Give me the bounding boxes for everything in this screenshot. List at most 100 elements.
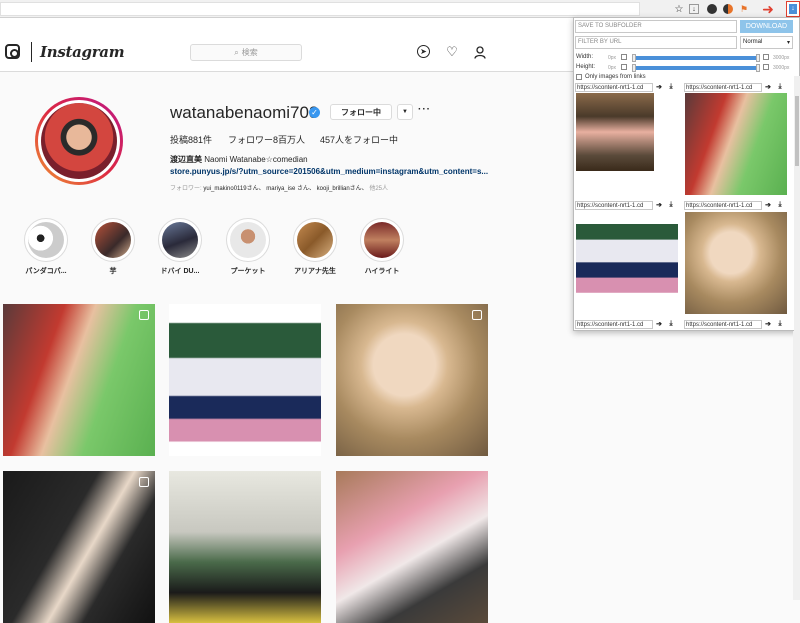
instagram-logo-icon[interactable] xyxy=(5,44,20,59)
image-url-row: https://scontent-nrt1-1.cd ➔ ⤓ xyxy=(575,319,677,329)
height-slider-handle-max[interactable] xyxy=(756,64,760,72)
highlight-label: 芋 xyxy=(109,268,117,275)
download-arrow-icon[interactable]: ⤓ xyxy=(774,83,786,91)
compass-icon[interactable]: ➤ xyxy=(417,45,430,58)
posts-count[interactable]: 投稿881件 xyxy=(170,133,212,146)
height-min-label: 0px xyxy=(608,65,617,71)
profile-bio: 渡辺直美 Naomi Watanabe☆comedian xyxy=(170,154,308,165)
subfolder-input[interactable]: SAVE TO SUBFOLDER xyxy=(575,20,737,33)
download-arrow-icon[interactable]: ⤓ xyxy=(665,320,677,328)
following-button[interactable]: フォロー中 xyxy=(330,104,392,120)
image-downloader-extension-button[interactable]: ↓ xyxy=(786,1,800,17)
follower-link[interactable]: kooji_brillianさん、 xyxy=(317,186,368,192)
instagram-wordmark[interactable]: Instagram xyxy=(40,43,125,61)
width-slider[interactable] xyxy=(634,56,758,60)
height-max-checkbox[interactable] xyxy=(763,64,769,70)
star-icon[interactable]: ☆ xyxy=(673,3,685,15)
red-arrow-icon: ➜ xyxy=(762,0,774,17)
dark-circle-icon[interactable] xyxy=(706,3,718,15)
flag-icon[interactable]: ⚑ xyxy=(738,3,750,15)
open-arrow-icon[interactable]: ➔ xyxy=(653,83,665,91)
open-arrow-icon[interactable]: ➔ xyxy=(762,201,774,209)
image-thumbnail[interactable] xyxy=(576,93,654,171)
image-url-field[interactable]: https://scontent-nrt1-1.cd xyxy=(684,82,762,92)
download-button[interactable]: DOWNLOAD xyxy=(740,20,793,33)
open-arrow-icon[interactable]: ➔ xyxy=(653,320,665,328)
width-max-checkbox[interactable] xyxy=(763,54,769,60)
more-options-icon[interactable]: ··· xyxy=(418,104,431,115)
filter-mode-select[interactable]: Normal ▾ xyxy=(740,36,793,49)
image-url-field[interactable]: https://scontent-nrt1-1.cd xyxy=(575,200,653,210)
image-thumbnail[interactable] xyxy=(685,93,787,195)
open-arrow-icon[interactable]: ➔ xyxy=(762,320,774,328)
pie-icon[interactable] xyxy=(722,3,734,15)
image-url-row: https://scontent-nrt1-1.cd ➔ ⤓ xyxy=(684,200,786,210)
width-label: Width: xyxy=(576,54,594,60)
image-url-field[interactable]: https://scontent-nrt1-1.cd xyxy=(575,319,653,329)
open-arrow-icon[interactable]: ➔ xyxy=(653,201,665,209)
post-thumbnail[interactable] xyxy=(336,471,488,623)
post-thumbnail[interactable] xyxy=(3,304,155,456)
bio-link[interactable]: store.punyus.jp/s/?utm_source=201506&utm… xyxy=(170,167,488,176)
post-thumbnail[interactable] xyxy=(169,471,321,623)
image-url-field[interactable]: https://scontent-nrt1-1.cd xyxy=(684,319,762,329)
width-min-checkbox[interactable] xyxy=(621,54,627,60)
download-arrow-icon[interactable]: ⤓ xyxy=(774,320,786,328)
width-max-label: 3000px xyxy=(773,55,790,61)
height-min-checkbox[interactable] xyxy=(621,64,627,70)
post-thumbnail[interactable] xyxy=(336,304,488,456)
width-slider-handle-max[interactable] xyxy=(756,54,760,62)
highlight-item[interactable]: アリアナ先生 xyxy=(292,218,338,276)
image-thumbnail[interactable] xyxy=(685,212,787,314)
followers-count[interactable]: フォロワー8百万人 xyxy=(228,133,305,146)
only-images-checkbox[interactable] xyxy=(576,74,582,80)
image-url-row: https://scontent-nrt1-1.cd ➔ ⤓ xyxy=(684,82,786,92)
follower-link[interactable]: mariya_ise さん、 xyxy=(266,186,315,192)
profile-avatar[interactable] xyxy=(35,97,123,185)
height-label: Height: xyxy=(576,64,596,70)
highlight-item[interactable]: パンダコパ... xyxy=(23,218,69,276)
verified-badge-icon: ✓ xyxy=(309,107,320,118)
following-count[interactable]: 457人をフォロー中 xyxy=(320,133,398,146)
open-arrow-icon[interactable]: ➔ xyxy=(762,83,774,91)
width-slider-handle-min[interactable] xyxy=(632,54,636,62)
highlight-item[interactable]: ハイライト xyxy=(359,218,405,276)
highlight-label: プーケット xyxy=(230,268,266,275)
highlight-label: ドバイ DU... xyxy=(160,268,200,275)
post-thumbnail[interactable] xyxy=(169,304,321,456)
image-thumbnail[interactable] xyxy=(576,224,678,300)
download-icon[interactable]: ↓ xyxy=(689,4,699,14)
search-input[interactable]: ⌕ 検索 xyxy=(190,44,302,61)
browser-toolbar: ☆ ↓ ⚑ ➜ ↓ xyxy=(0,0,800,18)
chevron-down-icon[interactable]: ▼ xyxy=(397,104,413,120)
image-downloader-icon: ↓ xyxy=(789,4,797,14)
search-icon: ⌕ xyxy=(234,47,239,57)
full-name: 渡辺直美 xyxy=(170,155,202,164)
highlight-label: パンダコパ... xyxy=(25,268,67,275)
post-thumbnail[interactable] xyxy=(3,471,155,623)
height-slider[interactable] xyxy=(634,66,758,70)
download-arrow-icon[interactable]: ⤓ xyxy=(665,201,677,209)
download-arrow-icon[interactable]: ⤓ xyxy=(774,201,786,209)
panel-scrollbar[interactable] xyxy=(794,76,800,331)
highlight-label: ハイライト xyxy=(364,268,400,275)
image-url-field[interactable]: https://scontent-nrt1-1.cd xyxy=(575,82,653,92)
chevron-down-icon: ▾ xyxy=(786,40,790,46)
profile-icon[interactable] xyxy=(472,44,488,60)
height-max-label: 3000px xyxy=(773,65,790,71)
bio-text: Naomi Watanabe☆comedian xyxy=(204,155,308,164)
heart-icon[interactable]: ♡ xyxy=(444,44,460,60)
filter-url-input[interactable]: FILTER BY URL xyxy=(575,36,737,49)
address-bar[interactable] xyxy=(0,2,640,16)
highlight-item[interactable]: 芋 xyxy=(90,218,136,276)
only-images-label: Only images from links xyxy=(585,74,646,80)
image-url-row: https://scontent-nrt1-1.cd ➔ ⤓ xyxy=(684,319,786,329)
highlight-item[interactable]: ドバイ DU... xyxy=(157,218,203,276)
header-divider xyxy=(31,42,32,62)
page-scrollbar[interactable] xyxy=(793,331,800,600)
height-slider-handle-min[interactable] xyxy=(632,64,636,72)
image-url-field[interactable]: https://scontent-nrt1-1.cd xyxy=(684,200,762,210)
highlight-item[interactable]: プーケット xyxy=(225,218,271,276)
follower-link[interactable]: yui_makino0119さん、 xyxy=(203,186,264,192)
download-arrow-icon[interactable]: ⤓ xyxy=(665,83,677,91)
